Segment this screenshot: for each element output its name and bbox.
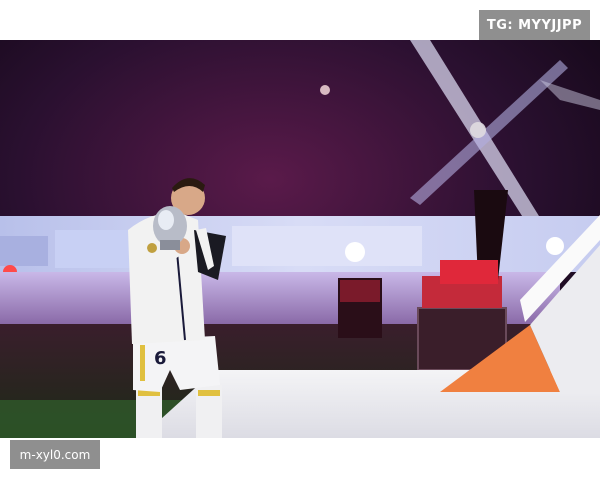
watermark-top: TG: MYYJJPP <box>479 10 590 40</box>
photo-scene: 6 <box>0 40 600 438</box>
watermark-top-text: TG: MYYJJPP <box>486 17 583 33</box>
trophy-celebration-photo: 6 <box>0 40 600 438</box>
stadium-light-dot <box>320 85 330 95</box>
watermark-bottom-text: m-xyl0.com <box>19 447 91 462</box>
watermark-bottom: m-xyl0.com <box>10 440 100 469</box>
jersey-number: 6 <box>154 348 167 369</box>
advertising-boards <box>0 216 600 279</box>
crest-icon <box>147 243 157 253</box>
